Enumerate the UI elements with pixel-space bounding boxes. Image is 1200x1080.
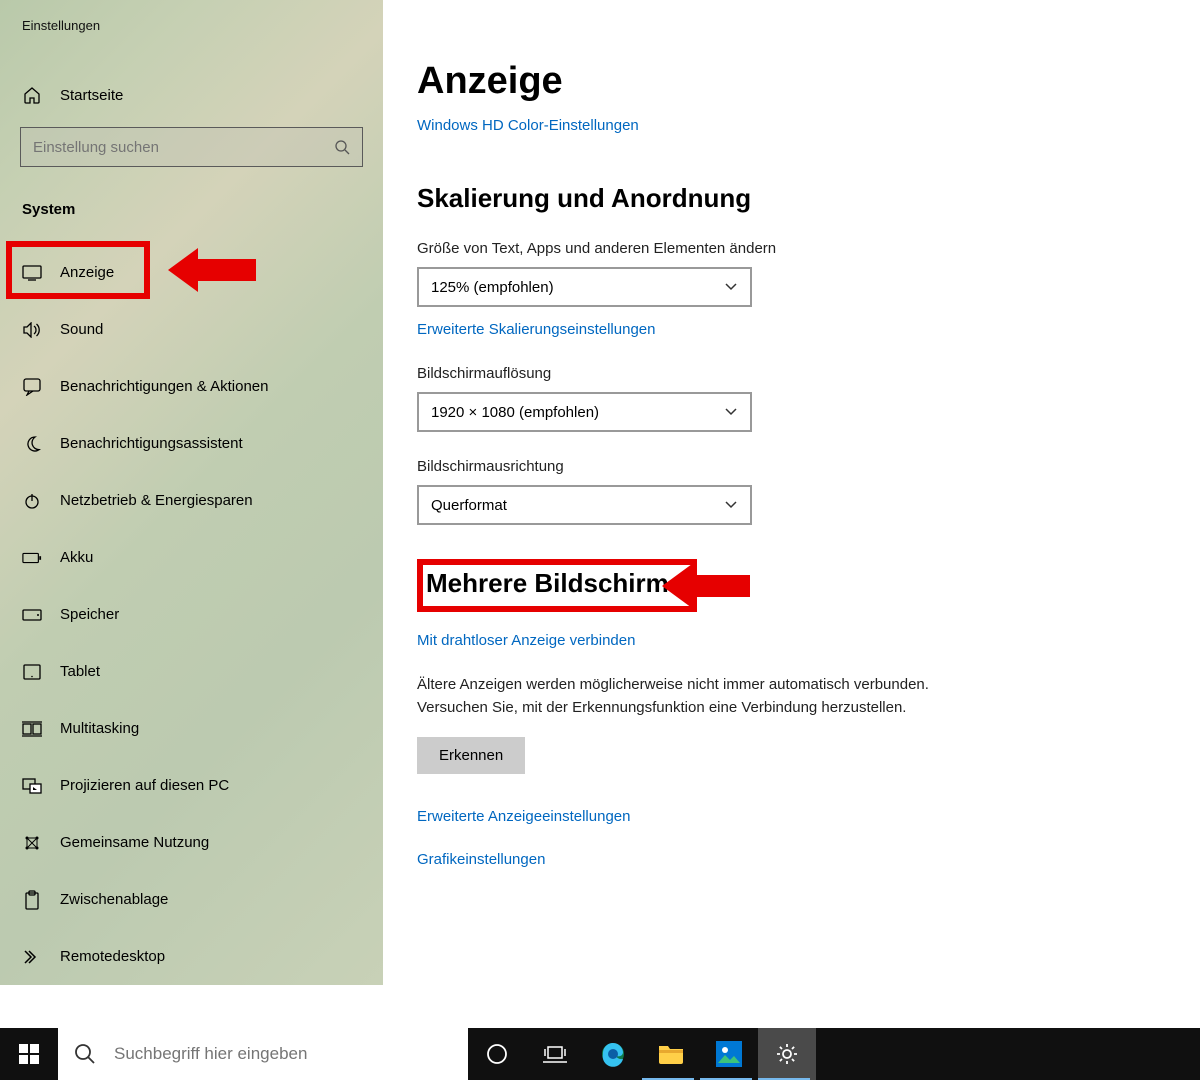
adv-display-link[interactable]: Erweiterte Anzeigeeinstellungen: [417, 808, 1166, 825]
detect-button[interactable]: Erkennen: [417, 737, 525, 774]
orientation-label: Bildschirmausrichtung: [417, 458, 1166, 475]
sidebar-item-anzeige[interactable]: Anzeige: [0, 244, 383, 301]
taskbar-taskview[interactable]: [526, 1028, 584, 1080]
multitask-icon: [22, 721, 42, 737]
sidebar-item-label: Netzbetrieb & Energiesparen: [60, 492, 253, 509]
wireless-link[interactable]: Mit drahtloser Anzeige verbinden: [417, 632, 635, 649]
chevron-down-icon: [724, 405, 738, 419]
search-icon: [74, 1043, 96, 1065]
windows-icon: [19, 1044, 39, 1064]
taskbar-explorer[interactable]: [642, 1028, 700, 1080]
multi-heading: Mehrere Bildschirme: [426, 568, 683, 599]
search-icon: [334, 139, 350, 155]
power-icon: [22, 492, 42, 510]
display-icon: [22, 265, 42, 281]
sidebar-item-label: Akku: [60, 549, 93, 566]
chevron-down-icon: [724, 498, 738, 512]
detect-text: Ältere Anzeigen werden möglicherweise ni…: [417, 674, 977, 719]
sidebar-item-projizieren[interactable]: Projizieren auf diesen PC: [0, 757, 383, 814]
sidebar-item-sound[interactable]: Sound: [0, 301, 383, 358]
sidebar-item-akku[interactable]: Akku: [0, 529, 383, 586]
start-button[interactable]: [0, 1028, 58, 1080]
tablet-icon: [22, 664, 42, 680]
gear-icon: [775, 1042, 799, 1066]
sidebar-item-multitasking[interactable]: Multitasking: [0, 700, 383, 757]
scale-value: 125% (empfohlen): [431, 279, 554, 296]
cortana-icon: [486, 1043, 508, 1065]
orientation-select[interactable]: Querformat: [417, 485, 752, 525]
page-title: Anzeige: [417, 60, 1166, 103]
sidebar-item-label: Speicher: [60, 606, 119, 623]
folder-icon: [658, 1043, 684, 1065]
project-icon: [22, 778, 42, 794]
scaling-heading: Skalierung und Anordnung: [417, 183, 1166, 214]
sidebar-nav: Anzeige Sound Benachrichtigungen & Aktio…: [0, 244, 383, 985]
sidebar-item-label: Multitasking: [60, 720, 139, 737]
taskbar-cortana[interactable]: [468, 1028, 526, 1080]
sidebar-item-label: Benachrichtigungen & Aktionen: [60, 378, 268, 395]
sidebar-item-label: Zwischenablage: [60, 891, 168, 908]
sidebar-item-label: Gemeinsame Nutzung: [60, 834, 209, 851]
resolution-select[interactable]: 1920 × 1080 (empfohlen): [417, 392, 752, 432]
sidebar-item-tablet[interactable]: Tablet: [0, 643, 383, 700]
graphics-link[interactable]: Grafikeinstellungen: [417, 851, 1166, 868]
clipboard-icon: [22, 890, 42, 910]
settings-search[interactable]: [20, 127, 363, 167]
sidebar-item-label: Projizieren auf diesen PC: [60, 777, 229, 794]
notifications-icon: [22, 378, 42, 396]
sidebar-category: System: [0, 201, 383, 218]
sidebar-item-label: Anzeige: [60, 264, 114, 281]
sidebar-item-benachrichtigungsassistent[interactable]: Benachrichtigungsassistent: [0, 415, 383, 472]
sidebar-item-zwischenablage[interactable]: Zwischenablage: [0, 871, 383, 928]
sidebar-item-benachrichtigungen[interactable]: Benachrichtigungen & Aktionen: [0, 358, 383, 415]
share-icon: [22, 834, 42, 852]
home-icon: [22, 85, 42, 105]
sound-icon: [22, 322, 42, 338]
home-label: Startseite: [60, 87, 123, 104]
resolution-label: Bildschirmauflösung: [417, 365, 1166, 382]
sidebar-item-netzbetrieb[interactable]: Netzbetrieb & Energiesparen: [0, 472, 383, 529]
adv-scale-link[interactable]: Erweiterte Skalierungseinstellungen: [417, 321, 655, 338]
sidebar-item-gemeinsame-nutzung[interactable]: Gemeinsame Nutzung: [0, 814, 383, 871]
sidebar-item-label: Benachrichtigungsassistent: [60, 435, 243, 452]
orientation-value: Querformat: [431, 497, 507, 514]
taskbar-search-input[interactable]: [114, 1044, 452, 1064]
taskbar-photos[interactable]: [700, 1028, 758, 1080]
sidebar-item-label: Remotedesktop: [60, 948, 165, 965]
window-title: Einstellungen: [0, 0, 383, 33]
settings-search-input[interactable]: [33, 139, 334, 156]
taskbar-settings[interactable]: [758, 1028, 816, 1080]
home-link[interactable]: Startseite: [0, 85, 383, 105]
edge-icon: [600, 1041, 626, 1067]
main-content: Anzeige Windows HD Color-Einstellungen S…: [383, 0, 1200, 985]
hdcolor-link[interactable]: Windows HD Color-Einstellungen: [417, 117, 639, 134]
remote-icon: [22, 948, 42, 966]
sidebar-item-speicher[interactable]: Speicher: [0, 586, 383, 643]
settings-sidebar: Einstellungen Startseite System Anzeige …: [0, 0, 383, 985]
sidebar-item-label: Sound: [60, 321, 103, 338]
taskbar-edge[interactable]: [584, 1028, 642, 1080]
storage-icon: [22, 609, 42, 621]
taskbar-search[interactable]: [58, 1028, 468, 1080]
battery-icon: [22, 552, 42, 564]
scale-label: Größe von Text, Apps und anderen Element…: [417, 240, 1166, 257]
chevron-down-icon: [724, 280, 738, 294]
scale-select[interactable]: 125% (empfohlen): [417, 267, 752, 307]
sidebar-item-remotedesktop[interactable]: Remotedesktop: [0, 928, 383, 985]
resolution-value: 1920 × 1080 (empfohlen): [431, 404, 599, 421]
focus-icon: [22, 435, 42, 453]
taskview-icon: [543, 1045, 567, 1063]
taskbar: [0, 1028, 1200, 1080]
annotation-highlight-multi: Mehrere Bildschirme: [417, 559, 697, 612]
photos-icon: [716, 1041, 742, 1067]
sidebar-item-label: Tablet: [60, 663, 100, 680]
